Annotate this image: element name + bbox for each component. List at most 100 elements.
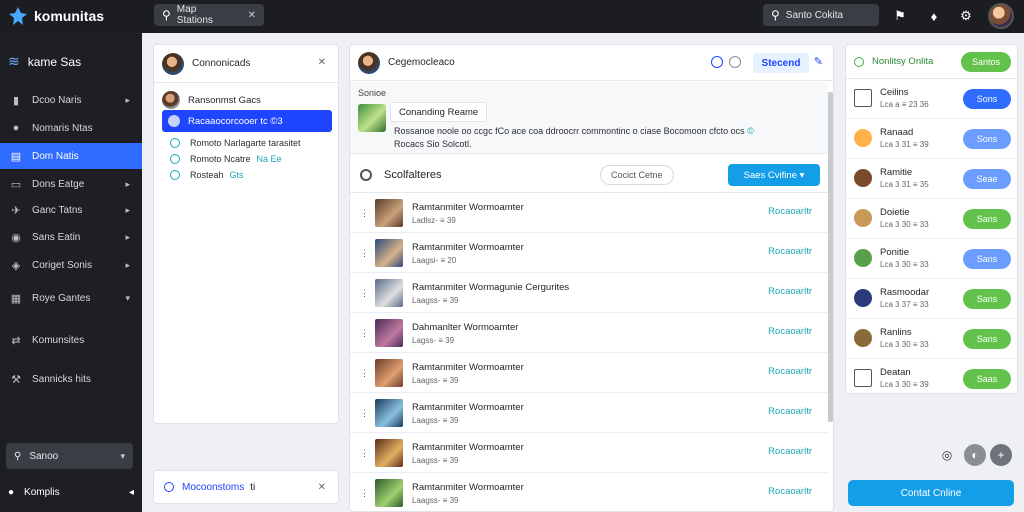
sidebar-item-9[interactable]: ⇄ Komunsites: [0, 327, 142, 353]
sidebar-footer-label: Komplis: [24, 487, 60, 498]
table-row[interactable]: ⋮ Ramtanmiter Wormagunie Cergurites Laagss…: [350, 273, 828, 313]
row-action-button[interactable]: Sans: [963, 289, 1011, 309]
item-action-link[interactable]: Rocaoarltr: [768, 486, 812, 497]
person-name: Ranaad: [880, 127, 914, 138]
drag-handle-icon[interactable]: ⋮: [360, 368, 369, 379]
secondary-button[interactable]: Cocict Cetne: [600, 165, 674, 185]
avatar: [162, 52, 184, 75]
option-2[interactable]: Romoto Ncatre Na Ee: [170, 154, 282, 164]
item-action-link[interactable]: Rocaoarltr: [768, 326, 812, 337]
drag-handle-icon[interactable]: ⋮: [360, 488, 369, 499]
close-icon[interactable]: ✕: [318, 482, 326, 493]
people-icon[interactable]: ⚑: [890, 6, 910, 26]
sidebar-item-6[interactable]: ◉ Sans Eatin ▸: [0, 224, 142, 250]
option-3[interactable]: Rosteah Gts: [170, 170, 244, 180]
sidebar-footer[interactable]: ● Komplis ◂: [8, 487, 134, 498]
table-row[interactable]: ⋮ Ramtanmiter Wormoamter Laagss- ≡ 39 Rocao…: [350, 353, 828, 393]
table-row[interactable]: ⋮ Dahmanlter Wormoamter Lagss- ≡ 39 Rocaoar…: [350, 313, 828, 353]
compass-icon[interactable]: ◐: [964, 444, 986, 466]
drag-handle-icon[interactable]: ⋮: [360, 448, 369, 459]
description-link[interactable]: ©: [747, 126, 754, 136]
option-tag: Na Ee: [256, 154, 282, 164]
info-icon[interactable]: [711, 56, 723, 68]
row-action-button[interactable]: Saas: [963, 369, 1011, 389]
left-panel-footer[interactable]: Mocoonstoms ti ✕: [153, 470, 339, 504]
table-row[interactable]: ⋮ Ramtanmiter Wormoamter Laagss- ≡ 39 Rocao…: [350, 393, 828, 433]
sidebar-search[interactable]: ⚲ Sanoo ▾: [6, 443, 133, 469]
avatar: [854, 169, 872, 187]
close-icon[interactable]: ✕: [318, 57, 326, 68]
sidebar-item-5[interactable]: ✈ Ganc Tatns ▸: [0, 197, 142, 223]
item-action-link[interactable]: Rocaoarltr: [768, 366, 812, 377]
clock-icon[interactable]: [729, 56, 741, 68]
sidebar-item-3[interactable]: ▤ Dom Natis: [0, 143, 142, 169]
person-name: Ponitie: [880, 247, 910, 258]
radio-icon: [164, 482, 174, 492]
sidebar-brand[interactable]: ≋ kame Sas: [8, 53, 81, 70]
inbox-icon: ▭: [10, 178, 22, 191]
option-1[interactable]: Romoto Narlagarte tarasitet: [170, 138, 301, 148]
item-action-link[interactable]: Rocaoarltr: [768, 446, 812, 457]
map-search-pill[interactable]: ⚲ Map Stations ✕: [154, 4, 264, 26]
info-chip[interactable]: Conanding Reame: [390, 102, 488, 122]
user-avatar[interactable]: [988, 3, 1014, 29]
person-name: Deatan: [880, 367, 911, 378]
sidebar-item-4[interactable]: ▭ Dons Eatge ▸: [0, 171, 142, 197]
radio-icon: [170, 154, 180, 164]
list-item-label: Racaaocorcooer tc ©3: [188, 115, 283, 127]
item-thumbnail: [375, 439, 403, 467]
close-icon[interactable]: ✕: [248, 10, 256, 21]
row-action-button[interactable]: Seae: [963, 169, 1011, 189]
add-icon[interactable]: +: [990, 444, 1012, 466]
list-item[interactable]: Ransonmst Gacs: [162, 89, 332, 111]
drag-handle-icon[interactable]: ⋮: [360, 288, 369, 299]
app-name: komunitas: [34, 8, 105, 24]
list-item: Ranlins Lca 3 30 ≡ 33 Sans: [846, 319, 1017, 359]
section-title: Scolfalteres: [384, 168, 442, 181]
table-row[interactable]: ⋮ Ramtanmiter Wormoamter Laagss- ≡ 39 Rocao…: [350, 433, 828, 473]
settings-icon[interactable]: ⚙: [956, 6, 976, 26]
row-action-button[interactable]: Sons: [963, 129, 1011, 149]
app-logo[interactable]: komunitas: [8, 4, 104, 28]
item-action-link[interactable]: Rocaoarltr: [768, 286, 812, 297]
header-button[interactable]: Santos: [961, 52, 1011, 72]
drag-handle-icon[interactable]: ⋮: [360, 248, 369, 259]
list-item-selected[interactable]: Racaaocorcooer tc ©3: [162, 110, 332, 132]
search-icon: ⚲: [14, 450, 22, 462]
person-meta: Lca 3 30 ≡ 33: [880, 220, 929, 229]
sidebar-item-7[interactable]: ◈ Coriget Sonis ▸: [0, 252, 142, 278]
item-action-link[interactable]: Rocaoarltr: [768, 246, 812, 257]
sidebar-item-2[interactable]: ● Nomaris Ntas: [0, 115, 142, 141]
row-action-button[interactable]: Sans: [963, 209, 1011, 229]
chevron-down-icon: ▾: [120, 450, 125, 461]
scrollbar[interactable]: [828, 92, 833, 422]
bell-icon[interactable]: ♦: [924, 6, 944, 26]
radio-icon: [170, 170, 180, 180]
chart-icon: ▮: [12, 94, 20, 107]
edit-icon[interactable]: ✎: [814, 55, 823, 68]
sidebar-item-8[interactable]: ▦ Roye Gantes ▾: [0, 285, 142, 311]
row-action-button[interactable]: Sans: [963, 249, 1011, 269]
contact-online-button[interactable]: Contat Cnline: [848, 480, 1014, 506]
table-row[interactable]: ⋮ Ramtanmiter Wormoamter Laagss- ≡ 39 Rocao…: [350, 473, 828, 511]
status-badge[interactable]: Stecend: [753, 53, 809, 73]
primary-button[interactable]: Saes Cvifine ▾: [728, 164, 820, 186]
table-row[interactable]: ⋮ Ramtanmiter Wormoamter Laagsi- ≡ 20 Rocao…: [350, 233, 828, 273]
person-name: Ceilins: [880, 87, 909, 98]
drag-handle-icon[interactable]: ⋮: [360, 408, 369, 419]
refresh-icon[interactable]: ◎: [936, 444, 958, 466]
item-action-link[interactable]: Rocaoarltr: [768, 406, 812, 417]
description-text: Rossanoe noole oo ccgc fCo ace coa ddroo…: [394, 126, 745, 136]
drag-handle-icon[interactable]: ⋮: [360, 208, 369, 219]
drag-handle-icon[interactable]: ⋮: [360, 328, 369, 339]
table-row[interactable]: ⋮ Ramtanmiter Wormoamter Ladlsz- ≡ 39 Rocao…: [350, 193, 828, 233]
row-action-button[interactable]: Sans: [963, 329, 1011, 349]
sidebar-item-1[interactable]: ▮ Dcoo Naris ▸: [0, 87, 142, 113]
sidebar-item-10[interactable]: ⚒ Sannicks hits: [0, 366, 142, 392]
footer-link[interactable]: Mocoonstoms: [182, 482, 244, 493]
top-search-input[interactable]: ⚲ Santo Cokita: [763, 4, 879, 26]
sidebar-item-label: Ganc Tatns: [32, 204, 83, 216]
item-action-link[interactable]: Rocaoarltr: [768, 206, 812, 217]
right-panel-title: Nonlitsy Onlita: [872, 56, 934, 67]
row-action-button[interactable]: Sons: [963, 89, 1011, 109]
